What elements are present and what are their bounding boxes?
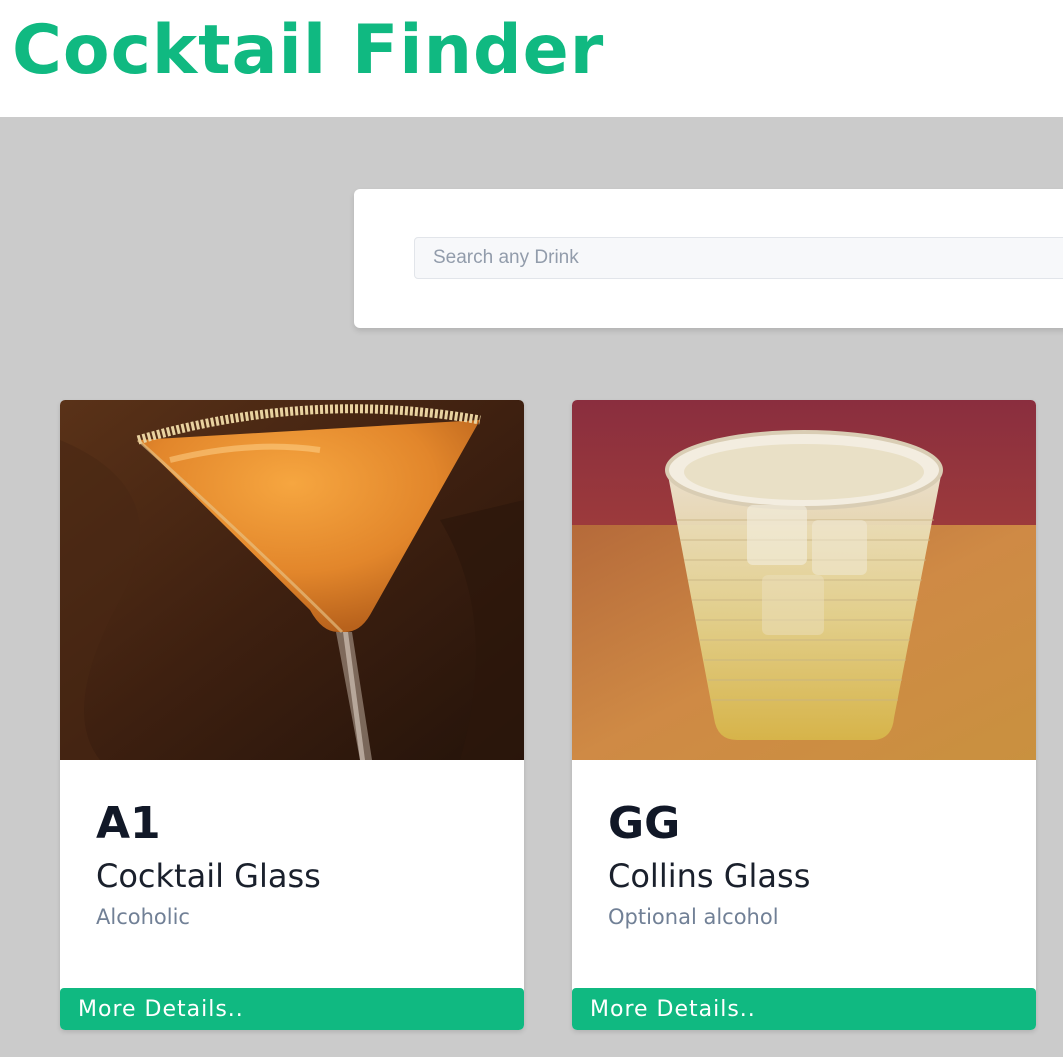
more-details-button[interactable]: More Details.. [572,988,1036,1030]
drink-image [572,400,1036,760]
search-input[interactable] [414,237,1063,279]
glass-type: Cocktail Glass [96,857,321,895]
alcoholic-label: Optional alcohol [608,905,779,929]
drink-card: GG Collins Glass Optional alcohol More D… [572,400,1036,1030]
search-card [354,189,1063,328]
glass-type: Collins Glass [608,857,811,895]
drink-image [60,400,524,760]
drink-name: GG [608,798,681,849]
alcoholic-label: Alcoholic [96,905,190,929]
drink-name: A1 [96,798,161,849]
site-title: Cocktail Finder [12,11,605,90]
more-details-button[interactable]: More Details.. [60,988,524,1030]
drink-card: A1 Cocktail Glass Alcoholic More Details… [60,400,524,1030]
top-bar: Cocktail Finder [0,0,1063,117]
